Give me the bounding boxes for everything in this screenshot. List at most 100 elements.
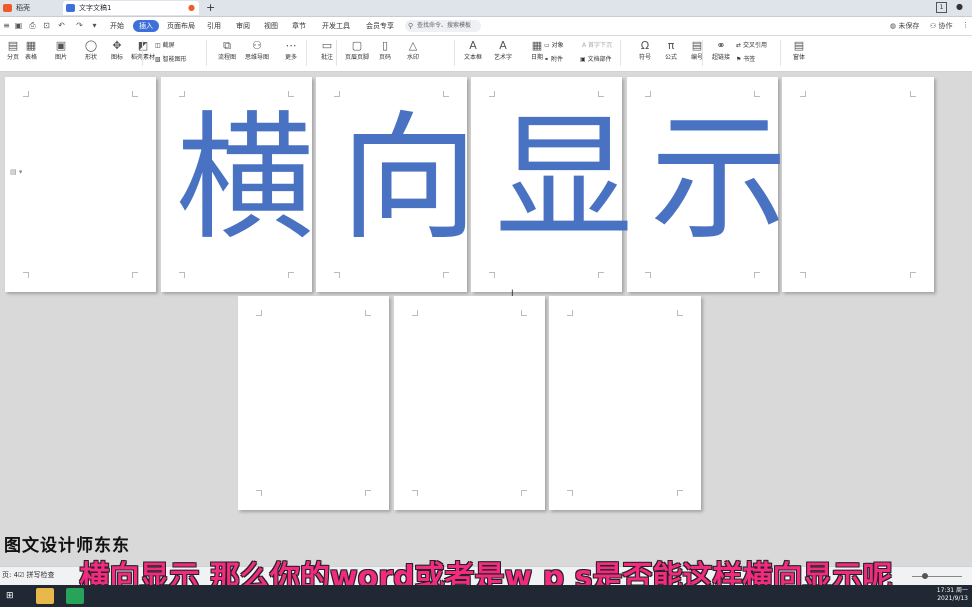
icon-icon: ✥ [112, 39, 122, 52]
page-number-button[interactable]: ▯ 页码 [372, 39, 398, 67]
mind-map-label: 思维导图 [244, 54, 269, 61]
customize-icon[interactable]: ▾ [90, 21, 99, 30]
big-char-4: 示 [650, 98, 789, 259]
textbox-button[interactable]: A 文本框 [460, 39, 486, 67]
command-search[interactable]: ⚲ 查找命令、搜索模板 [405, 20, 481, 32]
menu-review[interactable]: 审阅 [236, 20, 250, 32]
clock-time: 17:31 周一 [936, 587, 968, 594]
icon-label: 图标 [110, 54, 123, 61]
table-button[interactable]: ▦ 表格 [18, 39, 44, 67]
watermark-button[interactable]: △ 水印 [400, 39, 426, 67]
page-1[interactable] [5, 77, 156, 292]
app-icon[interactable] [66, 588, 84, 604]
more-icon: ⋯ [285, 39, 297, 52]
picture-icon: ▣ [55, 39, 67, 52]
undo-icon[interactable]: ↶ [57, 21, 66, 30]
hyperlink-button[interactable]: ⚭ 超链接 [708, 39, 734, 67]
menu-view[interactable]: 视图 [264, 20, 278, 32]
toolbar-separator [702, 40, 703, 66]
page-9[interactable] [549, 296, 701, 510]
menu-chapter[interactable]: 章节 [292, 20, 306, 32]
page-6[interactable] [782, 77, 934, 292]
menu-start[interactable]: 开始 [110, 20, 124, 32]
print-icon[interactable]: ⎙ [28, 21, 37, 30]
attachment-button[interactable]: ⚭ 附件 [544, 55, 563, 64]
close-tab-icon[interactable]: ● [188, 1, 195, 15]
word-art-button[interactable]: A 艺术字 [490, 39, 516, 67]
menu-insert[interactable]: 插入 [133, 20, 159, 32]
author-watermark: 图文设计师东东 [4, 536, 130, 556]
collaborate-button[interactable]: ⚇ 协作 [930, 21, 953, 31]
big-char-2: 向 [340, 98, 479, 259]
more-options-icon[interactable]: ⋮ [962, 21, 969, 29]
crossref-label: 交叉引用 [742, 42, 767, 49]
form-icon: ▤ [793, 39, 805, 52]
numbering-button[interactable]: ▤ 编号 [684, 39, 710, 67]
word-art-label: 艺术字 [493, 54, 512, 61]
shape-button[interactable]: ◯ 形状 [78, 39, 104, 67]
mind-map-button[interactable]: ⚇ 思维导图 [244, 39, 270, 67]
clock-date: 2021/9/13 [937, 595, 968, 602]
tab-document[interactable]: 文字文稿1 ● [63, 1, 199, 15]
hyperlink-label: 超链接 [711, 54, 730, 61]
object-label: 对象 [551, 42, 564, 49]
file-explorer-icon[interactable] [36, 588, 54, 604]
bookmark-button[interactable]: ⚑ 书签 [736, 55, 755, 64]
text-cursor-icon: I [511, 289, 514, 299]
mind-map-icon: ⚇ [252, 39, 262, 52]
start-icon[interactable]: ⊞ [6, 588, 24, 604]
icon-button[interactable]: ✥ 图标 [104, 39, 130, 67]
redo-icon[interactable]: ↷ [75, 21, 84, 30]
menu-developer[interactable]: 开发工具 [322, 20, 350, 32]
attachment-label: 附件 [550, 56, 563, 63]
hyperlink-icon: ⚭ [716, 39, 726, 52]
unsaved-status[interactable]: ◍ 未保存 [890, 21, 919, 31]
page-number-label: 页码 [378, 54, 391, 61]
menu-member[interactable]: 会员专享 [366, 20, 394, 32]
system-clock[interactable]: 17:31 周一 2021/9/13 [937, 587, 968, 603]
header-footer-icon: ▢ [351, 39, 363, 52]
object-button[interactable]: ▭ 对象 [544, 41, 564, 50]
picture-button[interactable]: ▣ 图片 [48, 39, 74, 67]
menu-references[interactable]: 引用 [207, 20, 221, 32]
page-7[interactable] [238, 296, 389, 510]
flowchart-button[interactable]: ⧉ 流程图 [214, 39, 240, 67]
daoke-material-label: 稻壳素材 [130, 53, 156, 63]
picture-label: 图片 [54, 54, 67, 61]
toolbar-separator [306, 40, 307, 66]
formula-button[interactable]: π 公式 [658, 39, 684, 67]
toolbar-separator [336, 40, 337, 66]
preview-icon[interactable]: ⊡ [42, 21, 51, 30]
shape-icon: ◯ [84, 39, 98, 52]
header-footer-button[interactable]: ▢ 页眉页脚 [344, 39, 370, 67]
menu-page-layout[interactable]: 页面布局 [167, 20, 195, 32]
numbering-label: 编号 [690, 54, 703, 61]
smart-shape-label: 智能图形 [162, 56, 187, 63]
more-button[interactable]: ⋯ 更多 [278, 39, 304, 67]
screenshot-button[interactable]: ◫ 截屏 [155, 41, 175, 50]
daoke-material-button[interactable]: ◩稻壳素材 [130, 39, 156, 67]
tab-daoke[interactable]: 稻壳 [0, 1, 60, 15]
avatar[interactable]: ● [956, 2, 963, 11]
daoke-material-icon: ◩ [137, 39, 149, 52]
menu-icon[interactable]: ≡ [2, 21, 11, 30]
daoke-icon [3, 4, 12, 12]
bookmark-label: 书签 [743, 56, 756, 63]
crossref-button[interactable]: ⇄ 交叉引用 [736, 41, 767, 50]
document-icon [66, 4, 75, 12]
watermark-label: 水印 [406, 54, 419, 61]
table-label: 表格 [24, 54, 37, 61]
save-icon[interactable]: ▣ [14, 21, 23, 30]
symbol-button[interactable]: Ω 符号 [632, 39, 658, 67]
numbering-icon: ▤ [691, 39, 703, 52]
menu-bar: ≡ ▣ ⎙ ⊡ ↶ ↷ ▾ 开始 插入 页面布局 引用 审阅 视图 章节 开发工… [0, 17, 972, 35]
window-count-icon[interactable]: 1 [936, 2, 947, 13]
flowchart-icon: ⧉ [223, 39, 231, 52]
new-tab-button[interactable]: + [206, 0, 215, 15]
taskbar [0, 585, 972, 607]
form-button[interactable]: ▤ 窗体 [786, 39, 812, 67]
smart-shape-button[interactable]: ▧ 智能图形 [155, 55, 187, 64]
page-8[interactable] [394, 296, 545, 510]
doc-parts-button[interactable]: ▣ 文档部件 [580, 55, 612, 64]
page-layout-icon[interactable]: ▤ ▾ [10, 168, 22, 176]
